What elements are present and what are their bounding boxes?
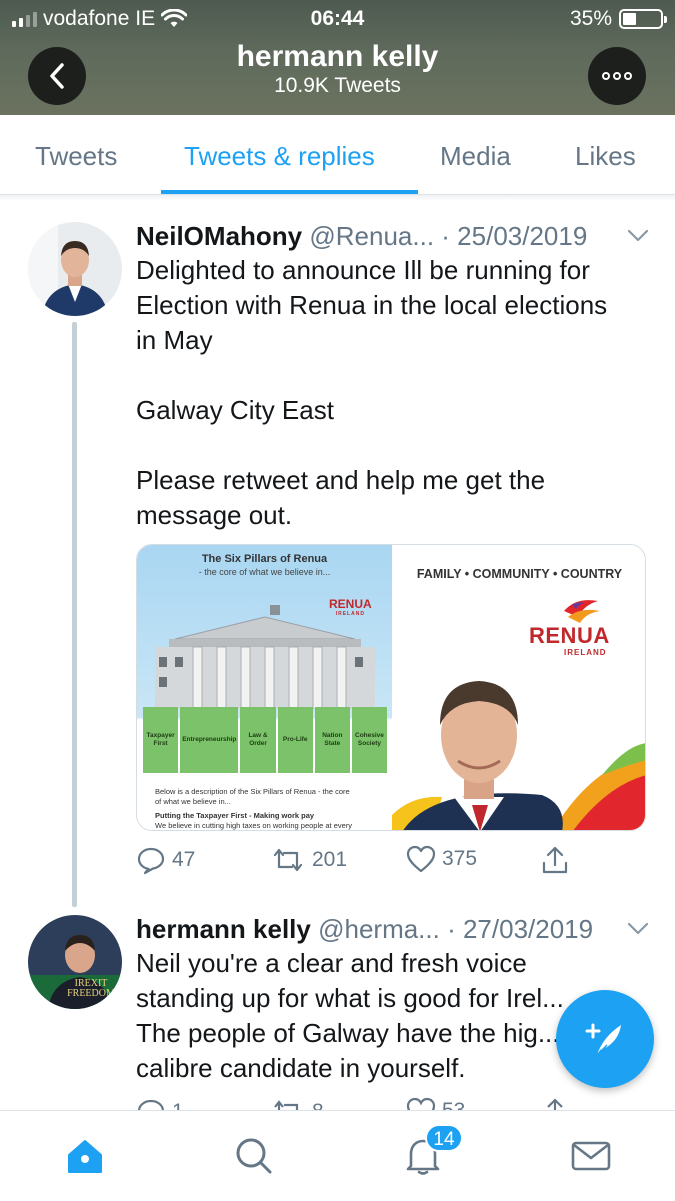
avatar-photo bbox=[28, 222, 122, 316]
tab-likes[interactable]: Likes bbox=[575, 141, 636, 172]
poster-body-line: We believe in cutting high taxes on work… bbox=[155, 821, 353, 830]
profile-header: vodafone IE 06:44 35% hermann kelly 10.9… bbox=[0, 0, 675, 115]
retweet-count: 8 bbox=[312, 1100, 324, 1110]
nav-home[interactable] bbox=[45, 1111, 125, 1201]
thread-connector bbox=[72, 322, 77, 907]
tweet-line: Delighted to announce Ill be running for bbox=[136, 255, 590, 285]
avatar[interactable] bbox=[28, 222, 122, 316]
tweet-line bbox=[136, 358, 661, 393]
more-options-button[interactable] bbox=[588, 47, 646, 105]
retweet-button[interactable]: 201 bbox=[270, 845, 347, 875]
pillar-label: Nation State bbox=[314, 707, 350, 773]
candidate-photo bbox=[392, 681, 645, 830]
compose-tweet-button[interactable] bbox=[556, 990, 654, 1088]
battery-percent: 35% bbox=[569, 7, 612, 30]
reply-count: 47 bbox=[172, 848, 196, 871]
like-button[interactable]: 375 bbox=[406, 845, 477, 873]
reply-count: 1 bbox=[172, 1100, 184, 1110]
poster-body: Below is a description of the Six Pillar… bbox=[155, 787, 385, 830]
chevron-down-icon[interactable] bbox=[627, 229, 649, 243]
tab-media[interactable]: Media bbox=[440, 141, 511, 172]
reply-button[interactable]: 47 bbox=[136, 845, 195, 875]
notifications-badge: 14 bbox=[425, 1124, 463, 1152]
pillar-label: Entrepreneurship bbox=[180, 707, 239, 773]
building-illustration bbox=[155, 605, 375, 709]
profile-tabs: Tweets Tweets & replies Media Likes bbox=[0, 115, 675, 195]
share-button[interactable] bbox=[540, 845, 570, 875]
retweet-icon bbox=[274, 1100, 299, 1110]
reply-icon bbox=[137, 847, 165, 875]
poster-body-line: of what we believe in... bbox=[155, 797, 231, 806]
home-icon bbox=[68, 1140, 102, 1173]
tweet-date: · 27/03/2019 bbox=[447, 914, 594, 944]
poster-body-line: Below is a description of the Six Pillar… bbox=[155, 787, 350, 796]
reply-button[interactable]: 1 bbox=[136, 1097, 184, 1110]
tweet-header: hermann kelly @herma... · 27/03/2019 bbox=[136, 914, 593, 945]
pillar-label: Cohesive Society bbox=[351, 707, 388, 773]
bottom-navigation bbox=[0, 1110, 675, 1200]
tab-tweets-and-replies[interactable]: Tweets & replies bbox=[184, 141, 375, 172]
status-bar: vodafone IE 06:44 35% bbox=[0, 0, 675, 38]
pillar-label: Pro-Life bbox=[277, 707, 313, 773]
like-count: 375 bbox=[442, 847, 478, 870]
tweet-count: 10.9K Tweets bbox=[274, 74, 401, 97]
chevron-down-icon[interactable] bbox=[627, 922, 649, 936]
reply-icon bbox=[138, 1099, 164, 1110]
heart-icon bbox=[406, 1097, 436, 1110]
like-count: 53 bbox=[442, 1099, 465, 1110]
active-tab-indicator bbox=[161, 190, 418, 194]
mail-icon bbox=[571, 1141, 611, 1171]
search-icon bbox=[236, 1138, 272, 1174]
share-icon bbox=[547, 1098, 563, 1110]
tweet-actions: 1 8 53 bbox=[136, 1097, 646, 1110]
nav-messages[interactable] bbox=[551, 1111, 631, 1201]
tweet-media[interactable]: The Six Pillars of Renua - the core of w… bbox=[136, 544, 646, 831]
tweet-actions: 47 201 375 bbox=[136, 845, 646, 879]
more-dot-icon bbox=[602, 72, 610, 80]
more-dot-icon bbox=[624, 72, 632, 80]
tweet-text: Delighted to announce Ill be running for… bbox=[136, 253, 661, 533]
poster-subtitle: - the core of what we believe in... bbox=[198, 567, 331, 577]
share-icon bbox=[542, 846, 568, 874]
heart-icon bbox=[406, 845, 436, 873]
profile-name: hermann kelly bbox=[236, 40, 439, 73]
pillars-row: Taxpayer First Entrepreneurship Law & Or… bbox=[143, 707, 388, 773]
tweet-line: Neil you're a clear and fresh voice bbox=[136, 948, 527, 978]
like-button[interactable]: 53 bbox=[406, 1097, 465, 1110]
nav-search[interactable] bbox=[214, 1111, 294, 1201]
avatar-caption: IREXIT FREEDOM bbox=[67, 978, 115, 999]
author-handle: @herma... bbox=[318, 914, 440, 944]
feather-plus-icon bbox=[585, 1023, 621, 1056]
retweet-button[interactable]: 8 bbox=[270, 1097, 324, 1110]
tweet-line: Galway City East bbox=[136, 395, 334, 425]
retweet-icon bbox=[273, 848, 303, 872]
share-button[interactable] bbox=[540, 1097, 570, 1110]
renua-flag-icon bbox=[564, 600, 600, 623]
more-dot-icon bbox=[613, 72, 621, 80]
avatar[interactable]: IREXIT FREEDOM bbox=[28, 915, 122, 1009]
pillar-label: Law & Order bbox=[240, 707, 276, 773]
battery-group: 35% bbox=[569, 7, 667, 31]
poster-body-line: Putting the Taxpayer First - Making work… bbox=[155, 811, 315, 820]
author-name[interactable]: NeilOMahony bbox=[136, 221, 302, 251]
tweet-line: Election with Renua in the local electio… bbox=[136, 290, 608, 320]
tweet-line: in May bbox=[136, 325, 213, 355]
tab-tweets[interactable]: Tweets bbox=[35, 141, 117, 172]
author-name[interactable]: hermann kelly bbox=[136, 914, 311, 944]
tweet-line: message out. bbox=[136, 500, 293, 530]
author-handle: @Renua... bbox=[309, 221, 435, 251]
tabs-divider bbox=[0, 195, 675, 201]
tweet-date: · 25/03/2019 bbox=[441, 221, 588, 251]
tweet-line: Please retweet and help me get the bbox=[136, 465, 546, 495]
battery-icon bbox=[619, 9, 667, 29]
retweet-count: 201 bbox=[312, 848, 348, 871]
media-image-right: FAMILY • COMMUNITY • COUNTRY RENUA IRELA… bbox=[392, 545, 645, 830]
poster-title: The Six Pillars of Renua bbox=[201, 553, 328, 565]
tweet-header: NeilOMahony @Renua... · 25/03/2019 bbox=[136, 221, 587, 252]
poster-tagline: FAMILY • COMMUNITY • COUNTRY bbox=[416, 567, 623, 581]
tweet-line bbox=[136, 428, 661, 463]
media-image-left: The Six Pillars of Renua - the core of w… bbox=[137, 545, 392, 830]
pillar-label: Taxpayer First bbox=[143, 707, 179, 773]
